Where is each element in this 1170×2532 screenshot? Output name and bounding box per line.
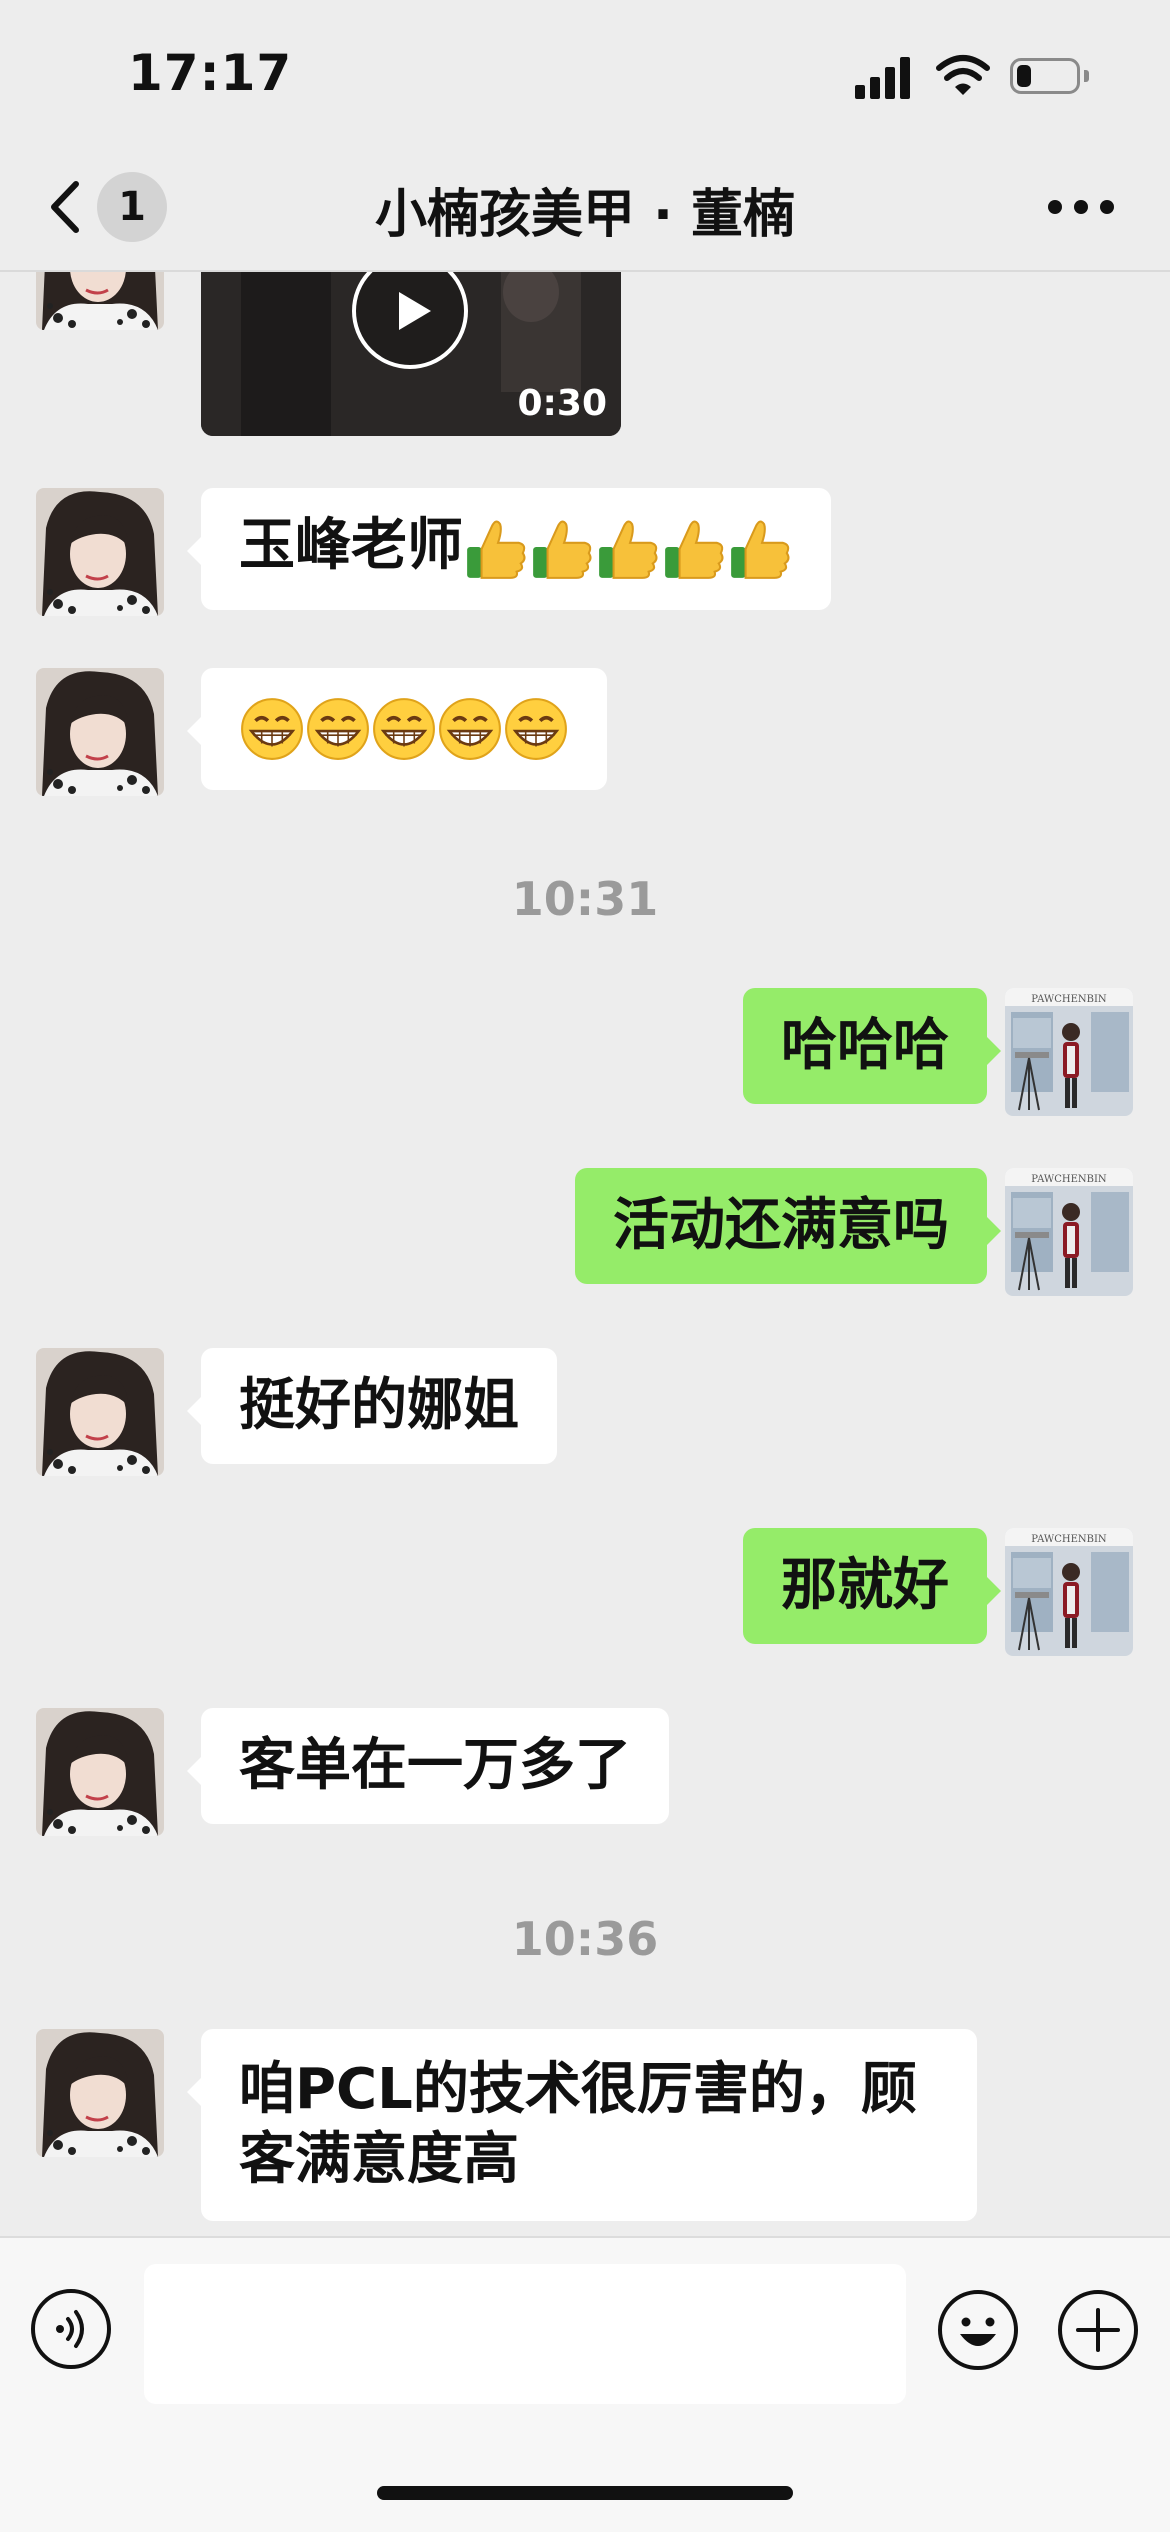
back-arrow-icon[interactable] xyxy=(40,170,100,244)
more-options-button[interactable] xyxy=(1048,200,1114,216)
grinning-face-icon xyxy=(305,696,371,762)
message-text: 客单在一万多了 xyxy=(239,1733,631,1798)
more-actions-plus-icon[interactable] xyxy=(1056,2288,1140,2372)
contact-avatar[interactable] xyxy=(36,1708,164,1836)
my-avatar[interactable] xyxy=(1005,1528,1133,1656)
battery-icon xyxy=(1010,58,1080,94)
grinning-face-icon xyxy=(371,696,437,762)
message-input[interactable] xyxy=(144,2264,906,2404)
grinning-face-icon xyxy=(239,696,305,762)
incoming-message[interactable] xyxy=(187,668,607,790)
thumbs-up-icon xyxy=(727,516,793,582)
message-text: 哈哈哈 xyxy=(781,1013,949,1078)
play-icon[interactable] xyxy=(351,272,469,370)
my-avatar[interactable] xyxy=(1005,988,1133,1116)
status-bar: 17:17 xyxy=(0,0,1170,150)
thumbs-up-icon xyxy=(661,516,727,582)
chat-header: 1 小楠孩美甲 · 董楠 xyxy=(0,150,1170,272)
grinning-face-icon xyxy=(503,696,569,762)
outgoing-message[interactable]: 那就好 xyxy=(743,1528,1001,1644)
contact-avatar[interactable] xyxy=(36,488,164,616)
video-message[interactable]: 0:30 xyxy=(201,272,621,436)
unread-count-badge[interactable]: 1 xyxy=(97,172,167,242)
timestamp-divider: 10:36 xyxy=(511,1912,659,1966)
message-text: 那就好 xyxy=(781,1553,949,1618)
contact-avatar[interactable] xyxy=(36,1348,164,1476)
outgoing-message[interactable]: 哈哈哈 xyxy=(743,988,1001,1104)
emoji-picker-icon[interactable] xyxy=(936,2288,1020,2372)
contact-avatar[interactable] xyxy=(36,2029,164,2157)
thumbs-up-emoji-group xyxy=(463,513,793,578)
message-text: 玉峰老师 xyxy=(239,513,463,579)
battery-level xyxy=(1017,65,1031,87)
thumbs-up-icon xyxy=(595,516,661,582)
voice-input-icon[interactable] xyxy=(30,2288,112,2370)
video-duration: 0:30 xyxy=(517,383,607,424)
thumbs-up-icon xyxy=(529,516,595,582)
message-list: 0:30 玉峰老师 10:31 哈哈哈 活动还满意吗 挺好的娜姐 那就好 客单在… xyxy=(0,272,1170,2235)
contact-avatar[interactable] xyxy=(36,272,164,330)
message-text: 咱PCL的技术很厉害的，顾客满意度高 xyxy=(239,2057,917,2192)
incoming-message[interactable]: 挺好的娜姐 xyxy=(187,1348,557,1464)
timestamp-divider: 10:31 xyxy=(511,872,659,926)
chat-title: 小楠孩美甲 · 董楠 xyxy=(375,185,795,245)
incoming-message[interactable]: 客单在一万多了 xyxy=(187,1708,669,1824)
my-avatar[interactable] xyxy=(1005,1168,1133,1296)
home-indicator xyxy=(377,2486,793,2500)
grinning-face-icon xyxy=(437,696,503,762)
message-text: 挺好的娜姐 xyxy=(239,1373,519,1438)
grinning-emoji-group xyxy=(239,693,569,758)
battery-tip xyxy=(1084,70,1089,82)
wifi-icon xyxy=(936,55,990,95)
thumbs-up-icon xyxy=(463,516,529,582)
contact-avatar[interactable] xyxy=(36,668,164,796)
outgoing-message[interactable]: 活动还满意吗 xyxy=(575,1168,1001,1284)
incoming-message[interactable]: 玉峰老师 xyxy=(187,488,831,610)
message-text: 活动还满意吗 xyxy=(613,1193,949,1258)
cellular-signal-icon xyxy=(855,55,915,99)
incoming-message[interactable]: 咱PCL的技术很厉害的，顾客满意度高 xyxy=(187,2029,977,2221)
status-time: 17:17 xyxy=(128,44,293,102)
